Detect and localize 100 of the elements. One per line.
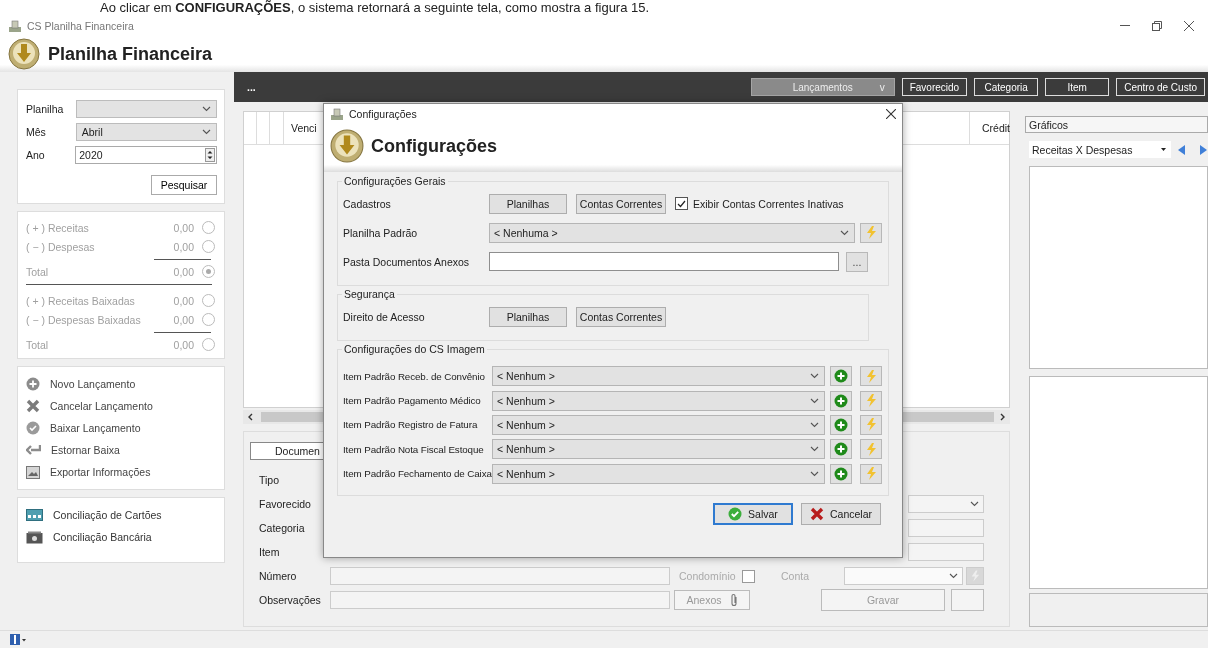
- field-label: Direito de Acesso: [343, 310, 426, 323]
- check-icon: [26, 421, 40, 435]
- restore-icon[interactable]: [1152, 21, 1162, 31]
- lightning-button[interactable]: [860, 414, 882, 435]
- cancel-button[interactable]: Cancelar: [801, 502, 881, 525]
- search-button[interactable]: Pesquisar: [151, 175, 217, 195]
- dropdown[interactable]: < Nenhum >: [492, 366, 825, 387]
- lightning-button[interactable]: [860, 463, 882, 484]
- tab[interactable]: Documen: [250, 442, 324, 460]
- field-label: Pasta Documentos Anexos: [343, 255, 471, 268]
- previous-icon[interactable]: [1178, 144, 1185, 155]
- dropdown[interactable]: < Nenhuma >: [489, 222, 855, 243]
- column-header[interactable]: Crédit: [969, 112, 1009, 144]
- radio-button[interactable]: [202, 338, 215, 351]
- total-value: 0,00: [172, 265, 194, 278]
- next-icon[interactable]: [1200, 144, 1207, 155]
- radio-button[interactable]: [202, 265, 215, 278]
- toolbar-button[interactable]: Favorecido: [901, 78, 968, 96]
- action-item[interactable]: Estornar Baixa: [26, 439, 216, 461]
- dropdown[interactable]: < Nenhum >: [492, 390, 825, 411]
- conciliation-item[interactable]: Conciliação Bancária: [26, 526, 216, 548]
- text-field[interactable]: [330, 567, 670, 585]
- dropdown[interactable]: < Nenhum >: [492, 439, 825, 460]
- scroll-left-icon[interactable]: [247, 413, 253, 421]
- caret-icon: [1161, 148, 1166, 151]
- field-label: Cadastros: [343, 197, 392, 210]
- radio-button[interactable]: [202, 313, 215, 326]
- lightning-button[interactable]: [966, 567, 984, 585]
- action-item[interactable]: Exportar Informações: [26, 461, 216, 483]
- close-icon[interactable]: [886, 109, 896, 119]
- checkbox[interactable]: [675, 197, 688, 210]
- action-item[interactable]: Baixar Lançamento: [26, 417, 216, 439]
- toolbar-button[interactable]: Item: [1045, 78, 1110, 96]
- chevron-icon: [202, 106, 211, 112]
- chevron-icon: [949, 573, 959, 579]
- spin-field[interactable]: 2020: [75, 146, 217, 164]
- cross-icon: [26, 399, 40, 413]
- add-button[interactable]: [830, 463, 852, 484]
- paperclip-icon: [729, 593, 738, 607]
- menu-dots[interactable]: ...: [247, 81, 744, 93]
- add-button[interactable]: [830, 390, 852, 411]
- field-label: Item Padrão Nota Fiscal Estoque: [343, 443, 485, 455]
- chevron-icon: [810, 373, 819, 380]
- text-field[interactable]: [908, 519, 984, 537]
- checkbox-label: Condomínio: [679, 570, 736, 582]
- lightning-button[interactable]: [860, 439, 882, 460]
- radio-button[interactable]: [202, 240, 215, 253]
- dropdown[interactable]: [908, 495, 984, 513]
- dialog-button[interactable]: Contas Correntes: [576, 193, 666, 214]
- add-icon: [834, 466, 848, 481]
- toolbar-button[interactable]: Categoria: [974, 78, 1039, 96]
- dialog-button[interactable]: Contas Correntes: [576, 306, 666, 327]
- field-label: Favorecido: [259, 498, 312, 510]
- save-button[interactable]: Salvar: [713, 502, 793, 525]
- column-header[interactable]: Venci: [284, 112, 317, 144]
- logo-icon: [8, 38, 40, 70]
- total-label: Total: [26, 265, 50, 278]
- text-field[interactable]: [330, 591, 670, 609]
- lightning-icon: [865, 467, 877, 481]
- dialog-title: Configurações: [349, 108, 417, 120]
- dialog-button[interactable]: Planilhas: [489, 306, 567, 327]
- dropdown[interactable]: < Nenhum >: [492, 414, 825, 435]
- blank-button[interactable]: [951, 589, 984, 611]
- dialog-heading: Configurações: [371, 135, 498, 157]
- radio-button[interactable]: [202, 294, 215, 307]
- add-button[interactable]: [830, 414, 852, 435]
- chevron-icon: [810, 397, 819, 404]
- lightning-icon: [865, 394, 877, 408]
- conciliation-item[interactable]: Conciliação de Cartões: [26, 504, 216, 526]
- book-icon[interactable]: [10, 634, 26, 645]
- checkbox-label: Exibir Contas Correntes Inativas: [693, 197, 844, 210]
- total-label: Total: [26, 338, 50, 351]
- close-icon[interactable]: [1184, 21, 1194, 31]
- add-button[interactable]: [830, 366, 852, 387]
- field-label: Tipo: [259, 474, 281, 486]
- text-field[interactable]: [908, 543, 984, 561]
- dropdown[interactable]: [844, 567, 964, 585]
- dropdown[interactable]: Abril: [75, 123, 217, 141]
- lightning-button[interactable]: [860, 222, 882, 243]
- scroll-right-icon[interactable]: [1000, 413, 1006, 421]
- plus-icon: [26, 377, 40, 391]
- chevron-icon: [810, 421, 819, 428]
- dropdown[interactable]: [75, 100, 217, 118]
- action-item[interactable]: Cancelar Lançamento: [26, 395, 216, 417]
- lightning-button[interactable]: [860, 366, 882, 387]
- minimize-icon[interactable]: [1120, 25, 1130, 27]
- toolbar-button[interactable]: Centro de Custo: [1116, 78, 1205, 96]
- browse-button[interactable]: ...: [846, 251, 868, 272]
- group-title: Configurações Gerais: [343, 175, 447, 187]
- radio-button[interactable]: [202, 221, 215, 234]
- cross-icon: [810, 506, 824, 521]
- dropdown[interactable]: < Nenhum >: [492, 463, 825, 484]
- chart-selector[interactable]: Receitas X Despesas: [1029, 141, 1171, 158]
- dialog-button[interactable]: Planilhas: [489, 193, 567, 214]
- add-button[interactable]: [830, 439, 852, 460]
- lightning-button[interactable]: [860, 390, 882, 411]
- checkbox[interactable]: [741, 569, 755, 583]
- action-item[interactable]: Novo Lançamento: [26, 373, 216, 395]
- field-label: Conta: [780, 570, 811, 582]
- path-field[interactable]: [489, 252, 839, 271]
